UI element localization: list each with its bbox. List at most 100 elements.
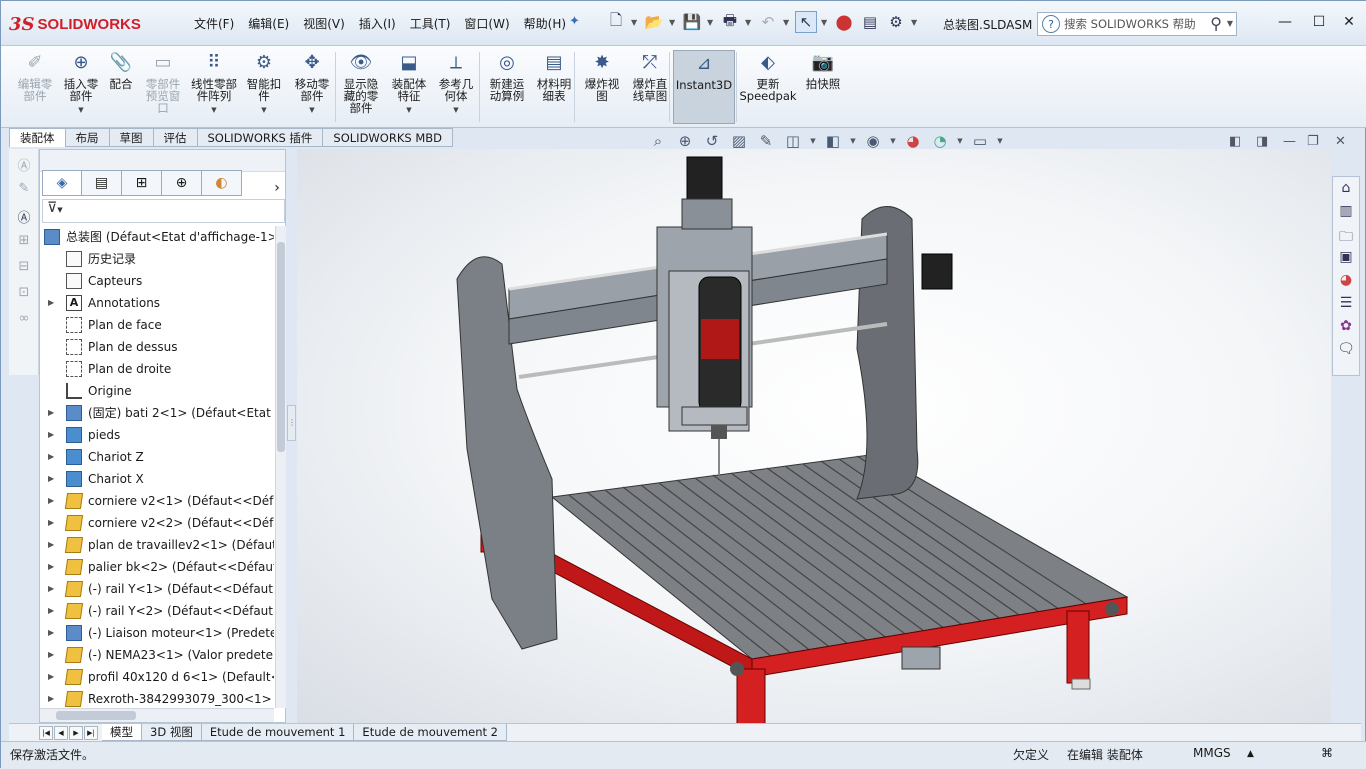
save-dropdown-icon[interactable]: ▼ bbox=[707, 18, 715, 27]
viewport-restore-icon[interactable]: ◧ bbox=[1229, 134, 1241, 149]
ribbon-edit-component-button[interactable]: ✐ 编辑零 部件 bbox=[11, 50, 59, 124]
viewport-minimize-icon[interactable]: — bbox=[1283, 134, 1296, 149]
tree-horizontal-scrollbar[interactable] bbox=[40, 708, 274, 722]
tree-item[interactable]: Origine bbox=[40, 380, 274, 402]
link-tool-icon[interactable]: ∞ bbox=[13, 311, 35, 331]
scroll-thumb[interactable] bbox=[56, 711, 136, 720]
expand-arrow-icon[interactable]: ▶ bbox=[48, 688, 54, 708]
command-tab-2[interactable]: 草图 bbox=[109, 128, 154, 147]
display-style-icon[interactable]: ◧ bbox=[822, 132, 844, 150]
graphics-viewport[interactable] bbox=[297, 149, 1331, 725]
autoballoon-icon[interactable]: Ⓐ bbox=[13, 207, 35, 227]
undo-dropdown-icon[interactable]: ▼ bbox=[783, 18, 791, 27]
tree-item[interactable]: ▶ (-) rail Y<1> (Défaut<<Défaut> bbox=[40, 578, 274, 600]
view-orientation-dropdown-icon[interactable]: ▼ bbox=[809, 137, 817, 145]
view-orientation-icon[interactable]: ◫ bbox=[782, 132, 804, 150]
ribbon-speedpak-button[interactable]: ⬖ 更新 Speedpak bbox=[739, 50, 797, 124]
configuration-manager-tab-icon[interactable]: ⊞ bbox=[122, 170, 162, 196]
hide-show-dropdown-icon[interactable]: ▼ bbox=[889, 137, 897, 145]
bottom-tab-3[interactable]: Etude de mouvement 2 bbox=[354, 724, 508, 741]
zoom-to-area-icon[interactable]: ⊕ bbox=[674, 132, 696, 150]
chevron-down-icon[interactable]: ▼ bbox=[453, 104, 458, 116]
tree-item[interactable]: Capteurs bbox=[40, 270, 274, 292]
ribbon-component-preview-button[interactable]: ▭ 零部件 预览窗 口 bbox=[139, 50, 187, 124]
command-tab-5[interactable]: SOLIDWORKS MBD bbox=[323, 128, 454, 147]
tree-vertical-scrollbar[interactable] bbox=[275, 226, 286, 708]
property-manager-tab-icon[interactable]: ▤ bbox=[82, 170, 122, 196]
datum-icon[interactable]: ⊟ bbox=[13, 259, 35, 279]
expand-arrow-icon[interactable]: ▶ bbox=[48, 644, 54, 666]
search-input[interactable]: 搜索 SOLIDWORKS 帮助 bbox=[1064, 16, 1196, 32]
ribbon-linear-pattern-button[interactable]: ⠿ 线性零部 件阵列 ▼ bbox=[187, 50, 241, 124]
select-icon[interactable]: ↖ bbox=[795, 11, 817, 33]
solidworks-resources-icon[interactable]: ⌂ bbox=[1335, 180, 1357, 200]
discussion-icon[interactable]: 🗨 bbox=[1335, 341, 1357, 361]
viewport-split-icon[interactable]: ◨ bbox=[1256, 134, 1268, 149]
tree-item[interactable]: ▶ (固定) bati 2<1> (Défaut<Etat d bbox=[40, 402, 274, 424]
rebuild-status-icon[interactable]: ⌘ bbox=[1321, 746, 1333, 760]
file-explorer-icon[interactable]: 🗀 bbox=[1335, 226, 1357, 246]
chevron-down-icon[interactable]: ▼ bbox=[406, 104, 411, 116]
menu-item-5[interactable]: 窗口(W) bbox=[457, 15, 516, 32]
tree-filter-icon[interactable]: ⊽▼ bbox=[42, 199, 285, 223]
chevron-down-icon[interactable]: ▼ bbox=[309, 104, 314, 116]
expand-arrow-icon[interactable]: ▶ bbox=[48, 490, 54, 512]
open-dropdown-icon[interactable]: ▼ bbox=[669, 18, 677, 27]
view-palette-icon[interactable]: ▣ bbox=[1335, 249, 1357, 269]
close-button[interactable]: ✕ bbox=[1335, 9, 1363, 35]
command-tab-4[interactable]: SOLIDWORKS 插件 bbox=[197, 128, 324, 147]
next-tab-icon[interactable]: ▶ bbox=[69, 725, 83, 740]
tree-item[interactable]: ▶ (-) NEMA23<1> (Valor predete bbox=[40, 644, 274, 666]
chevron-right-icon[interactable]: › bbox=[270, 175, 284, 201]
viewport-close-icon[interactable]: ✕ bbox=[1335, 134, 1346, 149]
file-properties-icon[interactable]: ▤ bbox=[859, 11, 881, 33]
menu-item-1[interactable]: 编辑(E) bbox=[241, 15, 296, 32]
maximize-button[interactable]: ☐ bbox=[1305, 9, 1333, 35]
edit-appearance-icon[interactable]: ◕ bbox=[902, 132, 924, 150]
ribbon-instant3d-button[interactable]: ⊿ Instant3D bbox=[673, 50, 735, 124]
expand-arrow-icon[interactable]: ▶ bbox=[48, 424, 54, 446]
scroll-thumb[interactable] bbox=[277, 242, 285, 452]
ribbon-mate-button[interactable]: 📎 配合 bbox=[105, 50, 137, 124]
tree-item[interactable]: ▶ palier bk<2> (Défaut<<Défaut: bbox=[40, 556, 274, 578]
hide-show-items-icon[interactable]: ◉ bbox=[862, 132, 884, 150]
menu-item-6[interactable]: 帮助(H) bbox=[517, 15, 573, 32]
tree-item[interactable]: ▶ plan de travaillev2<1> (Défaut< bbox=[40, 534, 274, 556]
last-tab-icon[interactable]: ▶| bbox=[84, 725, 98, 740]
open-document-icon[interactable]: 📂 bbox=[643, 11, 665, 33]
expand-arrow-icon[interactable]: ▶ bbox=[48, 292, 54, 314]
tree-item[interactable]: ▶ Chariot Z bbox=[40, 446, 274, 468]
expand-arrow-icon[interactable]: ▶ bbox=[48, 534, 54, 556]
section-view-icon[interactable]: ▨ bbox=[728, 132, 750, 150]
ribbon-snapshot-button[interactable]: 📷 拍快照 bbox=[801, 50, 845, 124]
panel-grip[interactable] bbox=[40, 150, 285, 172]
chevron-down-icon[interactable]: ▼ bbox=[261, 104, 266, 116]
expand-arrow-icon[interactable]: ▶ bbox=[48, 556, 54, 578]
surface-finish-icon[interactable]: ⊡ bbox=[13, 285, 35, 305]
display-style-dropdown-icon[interactable]: ▼ bbox=[849, 137, 857, 145]
expand-arrow-icon[interactable]: ▶ bbox=[48, 666, 54, 688]
ribbon-bom-button[interactable]: ▤ 材料明 细表 bbox=[531, 50, 577, 124]
prev-tab-icon[interactable]: ◀ bbox=[54, 725, 68, 740]
apply-scene-icon[interactable]: ◔ bbox=[929, 132, 951, 150]
tree-item[interactable]: ▶ Rexroth-3842993079_300<1> (I bbox=[40, 688, 274, 708]
tree-item[interactable]: Plan de droite bbox=[40, 358, 274, 380]
zoom-to-fit-icon[interactable]: ⌕ bbox=[647, 132, 669, 150]
menu-item-4[interactable]: 工具(T) bbox=[403, 15, 458, 32]
tree-item[interactable]: ▶ corniere v2<1> (Défaut<<Défa bbox=[40, 490, 274, 512]
save-icon[interactable]: 💾 bbox=[681, 11, 703, 33]
custom-properties-icon[interactable]: ☰ bbox=[1335, 295, 1357, 315]
minimize-button[interactable]: — bbox=[1271, 9, 1299, 35]
print-icon[interactable]: 🖶 bbox=[719, 11, 741, 33]
new-dropdown-icon[interactable]: ▼ bbox=[631, 18, 639, 27]
tree-item[interactable]: ▶ profil 40x120 d 6<1> (Default< bbox=[40, 666, 274, 688]
feature-manager-tab-icon[interactable]: ◈ bbox=[42, 170, 82, 196]
ribbon-reference-geometry-button[interactable]: ⟂ 参考几 何体 ▼ bbox=[433, 50, 479, 124]
ribbon-move-component-button[interactable]: ✥ 移动零 部件 ▼ bbox=[288, 50, 336, 124]
dimxpert-tab-icon[interactable]: ⊕ bbox=[162, 170, 202, 196]
search-icon[interactable]: ⚲ bbox=[1210, 14, 1222, 33]
solidworks-logo[interactable]: 3S SOLIDWORKS bbox=[9, 9, 164, 39]
weld-symbol-icon[interactable]: ⊞ bbox=[13, 233, 35, 253]
menu-item-2[interactable]: 视图(V) bbox=[296, 15, 352, 32]
design-library-icon[interactable]: ▥ bbox=[1335, 203, 1357, 223]
